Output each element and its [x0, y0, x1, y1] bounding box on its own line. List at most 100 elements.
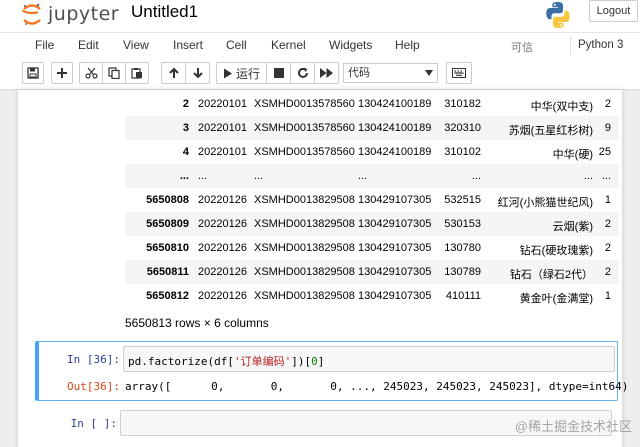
- table-row: 5650808 20220126 XSMHD0013829508 1304291…: [125, 188, 619, 212]
- menu-help[interactable]: Help: [395, 38, 420, 52]
- table-row: 5650809 20220126 XSMHD0013829508 1304291…: [125, 212, 619, 236]
- menu-file[interactable]: File: [35, 38, 54, 52]
- table-row: ... ... ... ... ... ... ...: [125, 164, 619, 188]
- run-button[interactable]: 运行: [216, 62, 266, 84]
- table-cell: ...: [583, 170, 593, 182]
- table-cell: 钻石(硬玫瑰紫): [519, 245, 593, 257]
- table-cell: 20220126: [198, 290, 247, 302]
- code-cell-36[interactable]: In [36]: pd.factorize(df['订单编码'])[0] Out…: [35, 341, 628, 401]
- table-cell: 云烟(紫): [552, 221, 593, 233]
- row-index: 4: [182, 146, 189, 158]
- paste-button[interactable]: [125, 62, 149, 84]
- menu-edit[interactable]: Edit: [78, 38, 99, 52]
- code-text: pd.factorize(df[: [128, 355, 234, 368]
- trusted-indicator[interactable]: 可信: [510, 38, 534, 56]
- table-cell: 130429107305: [358, 290, 432, 302]
- table-cell: 黄金叶(金满堂): [519, 293, 593, 305]
- restart-button[interactable]: [290, 62, 314, 84]
- menu-cell[interactable]: Cell: [226, 38, 247, 52]
- watermark: @稀土掘金技术社区: [514, 419, 632, 434]
- keyboard-icon: [452, 68, 466, 78]
- row-index: 2: [182, 98, 189, 110]
- play-icon: [223, 68, 232, 78]
- table-cell: 2: [604, 266, 611, 278]
- table-cell: 530153: [444, 218, 481, 230]
- kernel-indicator[interactable]: Python 3: [570, 36, 623, 56]
- table-row: 5650812 20220126 XSMHD0013829508 1304291…: [125, 284, 619, 308]
- table-cell: 2: [604, 242, 611, 254]
- menubar: File Edit View Insert Cell Kernel Widget…: [0, 32, 640, 58]
- table-cell: XSMHD0013578560: [254, 146, 355, 158]
- restart-run-all-button[interactable]: [314, 62, 339, 84]
- table-cell: ...: [254, 170, 264, 182]
- table-cell: 20220101: [198, 146, 247, 158]
- command-palette-button[interactable]: [446, 62, 472, 84]
- table-cell: 130789: [444, 266, 481, 278]
- save-icon: [27, 67, 39, 79]
- arrow-up-icon: [168, 67, 179, 78]
- table-cell: 310182: [444, 98, 481, 110]
- insert-cell-button[interactable]: [51, 62, 73, 84]
- table-cell: ...: [601, 170, 611, 182]
- table-cell: 中华(硬): [552, 149, 593, 161]
- arrow-down-icon: [192, 68, 203, 79]
- table-cell: 2: [604, 218, 611, 230]
- python-logo-icon: [544, 1, 572, 29]
- table-cell: 20220126: [198, 242, 247, 254]
- stop-icon: [273, 68, 284, 78]
- run-label: 运行: [235, 66, 260, 81]
- code-string: '订单编码': [233, 355, 292, 368]
- row-index: 5650808: [146, 194, 189, 206]
- input-prompt: In [36]:: [67, 353, 120, 366]
- output-prompt: Out[36]:: [67, 380, 120, 393]
- table-cell: XSMHD0013578560: [254, 98, 355, 110]
- table-cell: XSMHD0013829508: [254, 290, 355, 302]
- paste-icon: [131, 68, 142, 79]
- table-cell: 20220101: [198, 122, 247, 134]
- table-cell: 20220126: [198, 218, 247, 230]
- cell-type-value: 代码: [348, 67, 370, 79]
- move-down-button[interactable]: [185, 62, 210, 84]
- menu-insert[interactable]: Insert: [173, 38, 203, 52]
- row-index: 5650811: [146, 266, 189, 278]
- table-cell: 9: [604, 122, 611, 134]
- copy-button[interactable]: [102, 62, 125, 84]
- logout-button[interactable]: Logout: [589, 0, 638, 22]
- table-cell: 中华(双中支): [530, 101, 593, 113]
- input-prompt: In [ ]:: [70, 417, 117, 430]
- table-cell: XSMHD0013829508: [254, 242, 355, 254]
- move-up-button[interactable]: [161, 62, 185, 84]
- table-cell: 1: [604, 290, 611, 302]
- cell-type-select[interactable]: 代码: [343, 63, 438, 83]
- notebook-title[interactable]: Untitled1: [131, 2, 198, 22]
- table-cell: 20220126: [198, 194, 247, 206]
- table-cell: XSMHD0013829508: [254, 266, 355, 278]
- plus-icon: [57, 68, 67, 78]
- table-cell: 20220101: [198, 98, 247, 110]
- row-index: 3: [182, 122, 189, 134]
- menu-view[interactable]: View: [123, 38, 149, 52]
- table-cell: ...: [358, 170, 368, 182]
- fast-forward-icon: [320, 68, 333, 78]
- table-cell: 130424100189: [358, 146, 432, 158]
- menu-kernel[interactable]: Kernel: [271, 38, 306, 52]
- code-input[interactable]: pd.factorize(df['订单编码'])[0]: [123, 346, 615, 372]
- table-cell: 25: [598, 146, 611, 158]
- cut-button[interactable]: [79, 62, 102, 84]
- code-text: ])[: [291, 355, 312, 368]
- table-cell: ...: [198, 170, 208, 182]
- jupyter-logo[interactable]: jupyter: [21, 3, 119, 26]
- refresh-icon: [297, 67, 308, 78]
- interrupt-button[interactable]: [266, 62, 290, 84]
- table-cell: XSMHD0013829508: [254, 194, 355, 206]
- table-row: 5650811 20220126 XSMHD0013829508 1304291…: [125, 260, 619, 284]
- table-cell: 20220126: [198, 266, 247, 278]
- chevron-down-icon: [425, 70, 433, 76]
- row-index: 5650809: [146, 218, 189, 230]
- save-button[interactable]: [22, 62, 44, 84]
- header: jupyter Untitled1 Logout: [0, 0, 640, 32]
- menu-widgets[interactable]: Widgets: [329, 38, 372, 52]
- table-cell: 2: [604, 98, 611, 110]
- table-cell: 410111: [445, 290, 481, 302]
- table-cell: 130429107305: [358, 266, 432, 278]
